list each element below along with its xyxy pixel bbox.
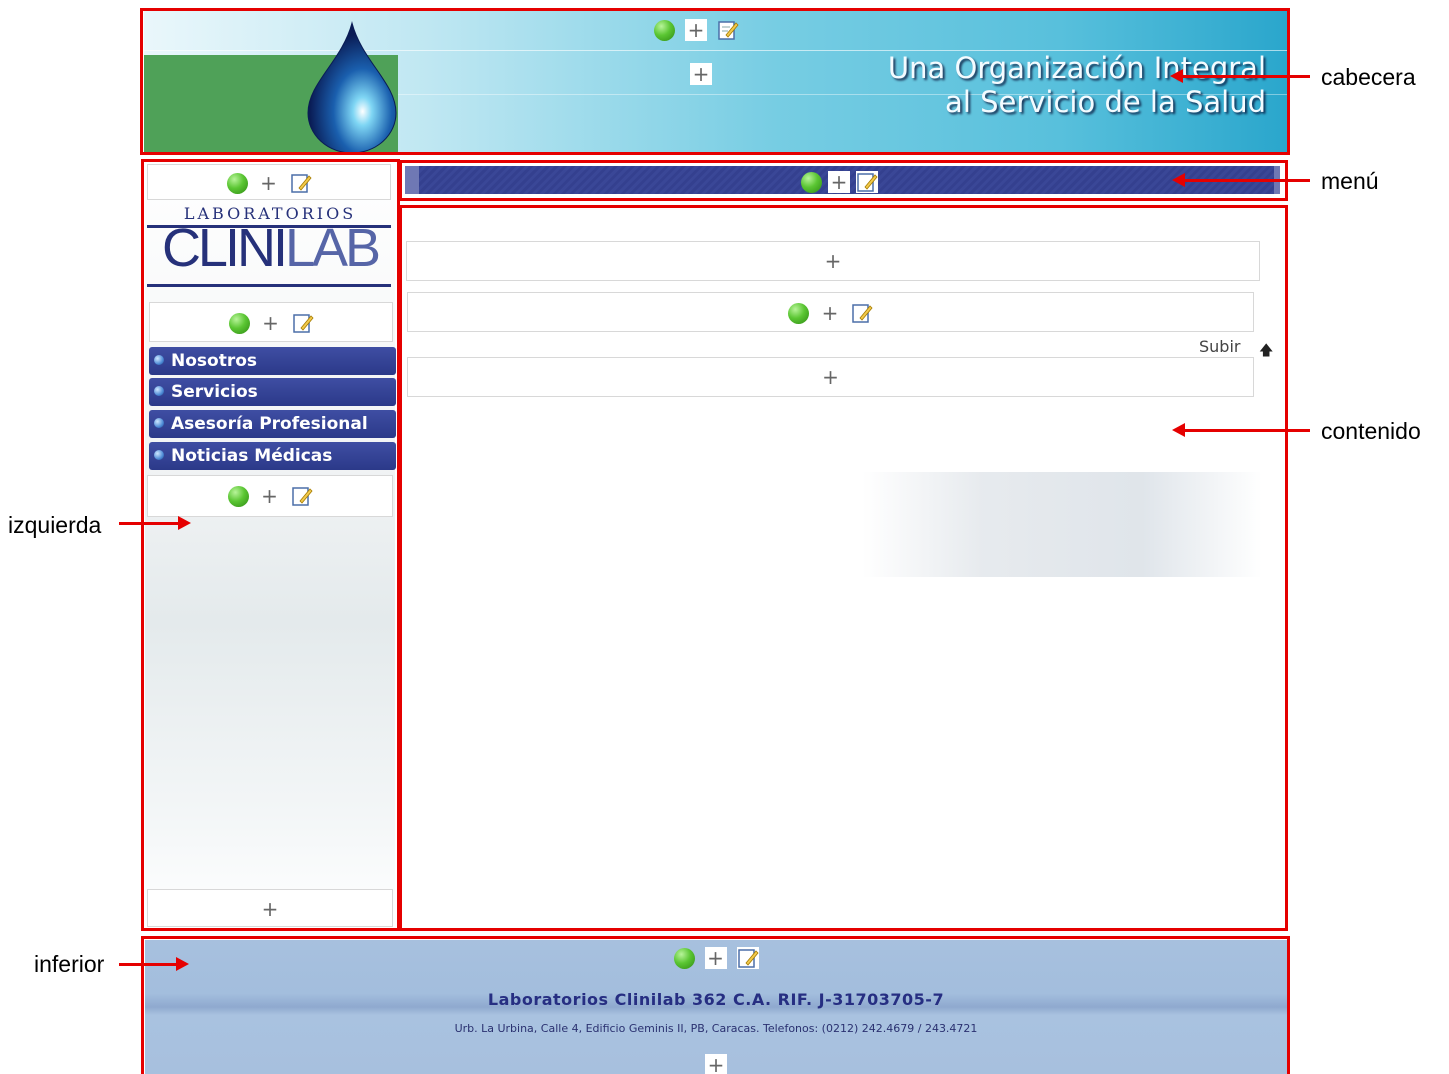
- page: Una Organización Integral al Servicio de…: [0, 0, 1449, 1074]
- annotation-arrow-izquierda: [119, 516, 191, 530]
- annotation-contenido: contenido: [1321, 418, 1421, 444]
- frame-menu: [399, 160, 1288, 201]
- annotation-menu: menú: [1321, 168, 1379, 194]
- annotation-cabecera: cabecera: [1321, 64, 1416, 90]
- annotation-inferior: inferior: [34, 951, 105, 977]
- annotation-arrow-inferior: [119, 957, 189, 971]
- frame-inferior: [141, 936, 1290, 1074]
- frame-cabecera: [140, 8, 1290, 155]
- annotation-izquierda: izquierda: [8, 512, 102, 538]
- frame-izquierda: [141, 159, 400, 931]
- annotation-arrow-contenido: [1172, 423, 1310, 437]
- annotation-arrow-cabecera: [1170, 69, 1310, 83]
- frame-contenido: [399, 205, 1288, 931]
- annotation-arrow-menu: [1172, 173, 1310, 187]
